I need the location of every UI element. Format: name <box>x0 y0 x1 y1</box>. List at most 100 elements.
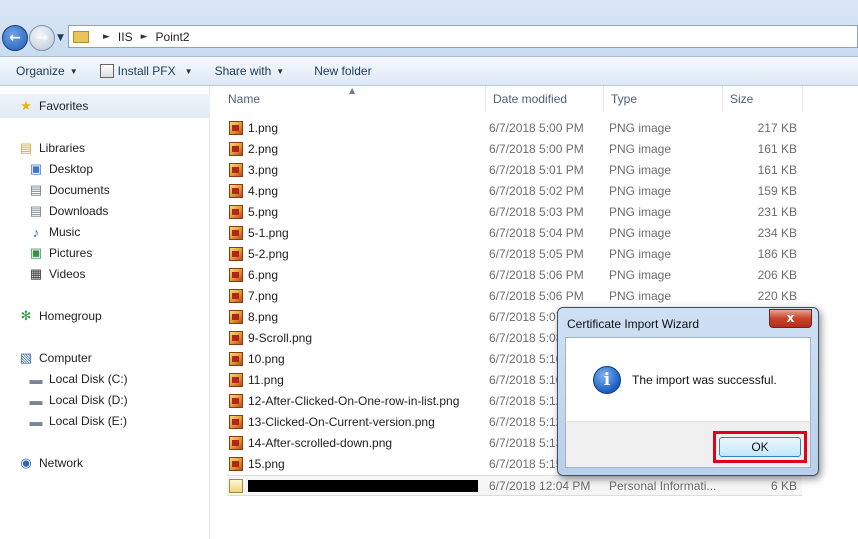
nav-network[interactable]: ◉ Network <box>18 453 83 473</box>
column-header-type[interactable]: Type <box>604 86 723 112</box>
file-date-cell: 6/7/2018 5:01 PM <box>489 163 584 177</box>
ok-button[interactable]: OK <box>719 437 801 457</box>
forward-button[interactable]: → <box>29 25 55 51</box>
back-button[interactable]: ← <box>2 25 28 51</box>
png-file-icon <box>229 331 243 345</box>
table-row[interactable]: 5-2.png 6/7/2018 5:05 PM PNG image 186 KB <box>227 244 802 265</box>
file-name-label: 9-Scroll.png <box>248 331 313 345</box>
file-size-cell: 159 KB <box>757 184 797 198</box>
drive-icon: ▬ <box>29 371 43 387</box>
chevron-right-icon[interactable]: ► <box>103 32 110 42</box>
certificate-import-dialog: Certificate Import Wizard x i The import… <box>557 307 819 476</box>
png-file-icon <box>229 184 243 198</box>
info-icon: i <box>593 366 621 394</box>
table-row-selected[interactable]: 6/7/2018 12:04 PM Personal Informati... … <box>227 475 802 496</box>
table-row[interactable]: 4.png 6/7/2018 5:02 PM PNG image 159 KB <box>227 181 802 202</box>
videos-icon: ▦ <box>29 266 43 281</box>
file-name-cell: 5-1.png <box>229 226 289 240</box>
chevron-right-icon[interactable]: ► <box>141 32 148 42</box>
file-name-cell: 8.png <box>229 310 278 324</box>
file-name-label: 2.png <box>248 142 279 156</box>
file-name-cell: 4.png <box>229 184 278 198</box>
column-header-size[interactable]: Size <box>723 86 803 112</box>
table-row[interactable]: 5-1.png 6/7/2018 5:04 PM PNG image 234 KB <box>227 223 802 244</box>
file-name-label: 11.png <box>248 373 284 387</box>
file-date-cell: 6/7/2018 5:13 <box>489 436 563 450</box>
close-icon: x <box>786 311 795 325</box>
breadcrumb-point2[interactable]: Point2 <box>156 30 190 44</box>
nav-downloads-label: Downloads <box>49 204 109 218</box>
recent-pages-dropdown-icon[interactable]: ▼ <box>57 33 64 43</box>
file-name-cell: 9-Scroll.png <box>229 331 312 345</box>
png-file-icon <box>229 457 243 471</box>
file-name-cell: 2.png <box>229 142 278 156</box>
file-type-cell: PNG image <box>609 268 672 282</box>
file-name-cell: 6.png <box>229 268 278 282</box>
file-name-label: 7.png <box>248 289 279 303</box>
file-type-cell: PNG image <box>609 163 672 177</box>
documents-icon: ▤ <box>29 182 43 197</box>
nav-downloads[interactable]: ▤ Downloads <box>28 201 109 221</box>
caret-down-icon: ▼ <box>184 66 193 76</box>
file-type-cell: PNG image <box>609 289 672 303</box>
star-icon: ★ <box>20 98 32 113</box>
file-name-cell: 12-After-Clicked-On-One-row-in-list.png <box>229 394 459 408</box>
file-name-label: 8.png <box>248 310 279 324</box>
file-name-cell: 13-Clicked-On-Current-version.png <box>229 415 435 429</box>
new-folder-button[interactable]: New folder <box>292 57 379 85</box>
file-date-cell: 6/7/2018 5:15 <box>489 457 563 471</box>
file-name-cell: 5-2.png <box>229 247 289 261</box>
file-size-cell: 234 KB <box>757 226 797 240</box>
redacted-filename <box>248 480 478 492</box>
nav-drive-c[interactable]: ▬ Local Disk (C:) <box>28 369 128 389</box>
share-with-button[interactable]: Share with ▼ <box>201 57 293 85</box>
dialog-title: Certificate Import Wizard <box>567 317 700 331</box>
file-date-cell: 6/7/2018 5:00 PM <box>489 142 584 156</box>
nav-drive-d-label: Local Disk (D:) <box>49 393 128 407</box>
nav-desktop[interactable]: ▣ Desktop <box>28 159 93 179</box>
nav-homegroup[interactable]: ✻ Homegroup <box>18 306 102 326</box>
organize-button[interactable]: Organize ▼ <box>0 57 86 85</box>
column-header-name[interactable]: Name <box>221 86 486 112</box>
nav-music[interactable]: ♪ Music <box>28 222 81 242</box>
install-pfx-button[interactable]: Install PFX ▼ <box>86 57 201 85</box>
table-row[interactable]: 1.png 6/7/2018 5:00 PM PNG image 217 KB <box>227 118 802 139</box>
nav-computer[interactable]: ▧ Computer <box>18 348 92 368</box>
table-row[interactable]: 5.png 6/7/2018 5:03 PM PNG image 231 KB <box>227 202 802 223</box>
nav-favorites[interactable]: ★ Favorites <box>18 96 88 116</box>
certificate-icon <box>99 64 114 78</box>
file-type-cell: PNG image <box>609 121 672 135</box>
nav-documents-label: Documents <box>49 183 110 197</box>
file-name-cell: 5.png <box>229 205 278 219</box>
dialog-footer: OK <box>565 421 811 468</box>
column-header-date[interactable]: Date modified <box>486 86 604 112</box>
nav-homegroup-label: Homegroup <box>39 309 102 323</box>
file-date-cell: 6/7/2018 5:08 <box>489 331 563 345</box>
table-row[interactable]: 7.png 6/7/2018 5:06 PM PNG image 220 KB <box>227 286 802 307</box>
nav-drive-e[interactable]: ▬ Local Disk (E:) <box>28 411 128 431</box>
caret-down-icon: ▼ <box>276 66 285 76</box>
nav-videos[interactable]: ▦ Videos <box>28 264 86 284</box>
nav-libraries[interactable]: ▤ Libraries <box>18 138 85 158</box>
nav-pictures[interactable]: ▣ Pictures <box>28 243 93 263</box>
column-date-label: Date modified <box>493 92 568 106</box>
homegroup-icon: ✻ <box>20 308 32 323</box>
png-file-icon <box>229 268 243 282</box>
breadcrumb-iis[interactable]: IIS <box>118 30 133 44</box>
file-name-cell: 3.png <box>229 163 278 177</box>
table-row[interactable]: 2.png 6/7/2018 5:00 PM PNG image 161 KB <box>227 139 802 160</box>
desktop-icon: ▣ <box>29 161 43 176</box>
nav-drive-d[interactable]: ▬ Local Disk (D:) <box>28 390 128 410</box>
table-row[interactable]: 6.png 6/7/2018 5:06 PM PNG image 206 KB <box>227 265 802 286</box>
file-date-cell: 6/7/2018 5:10 <box>489 373 563 387</box>
table-row[interactable]: 3.png 6/7/2018 5:01 PM PNG image 161 KB <box>227 160 802 181</box>
network-icon: ◉ <box>20 455 32 470</box>
file-date-cell: 6/7/2018 5:10 <box>489 352 563 366</box>
address-box[interactable]: ► IIS ► Point2 <box>68 25 858 48</box>
dialog-close-button[interactable]: x <box>769 309 812 328</box>
file-date-cell: 6/7/2018 5:03 PM <box>489 205 584 219</box>
nav-documents[interactable]: ▤ Documents <box>28 180 110 200</box>
address-bar-area: ← → ▼ ► IIS ► Point2 <box>0 0 858 57</box>
nav-pictures-label: Pictures <box>49 246 93 260</box>
computer-icon: ▧ <box>19 350 33 365</box>
